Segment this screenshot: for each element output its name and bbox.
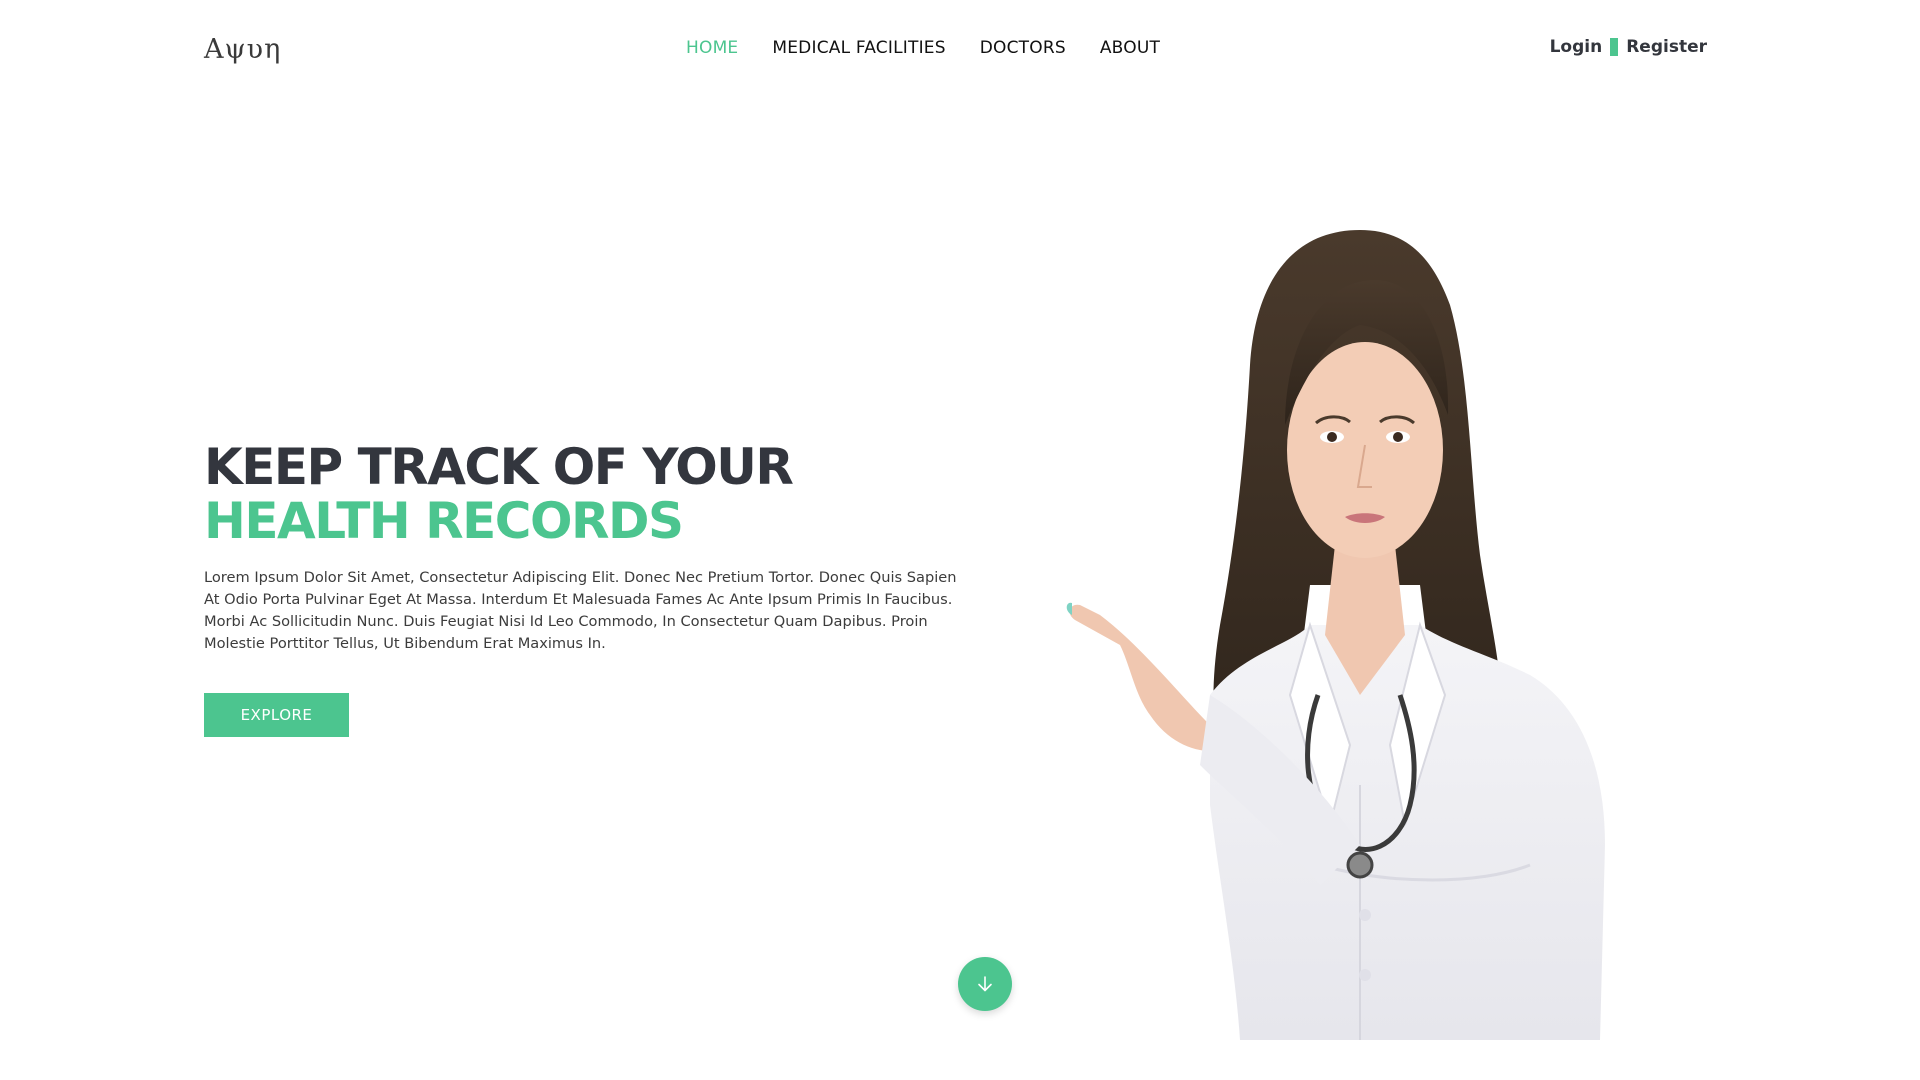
nav-doctors[interactable]: DOCTORS [980, 38, 1066, 58]
scroll-down-button[interactable] [958, 957, 1012, 1011]
register-link[interactable]: Register [1626, 37, 1707, 57]
main-nav: HOME MEDICAL FACILITIES DOCTORS ABOUT [686, 38, 1160, 58]
nav-medical-facilities[interactable]: MEDICAL FACILITIES [772, 38, 945, 58]
site-logo[interactable]: Aψυη [204, 34, 281, 65]
login-link[interactable]: Login [1550, 37, 1603, 57]
nav-about[interactable]: ABOUT [1100, 38, 1160, 58]
hero-title: KEEP TRACK OF YOUR HEALTH RECORDS [204, 438, 794, 550]
landing-page: Aψυη HOME MEDICAL FACILITIES DOCTORS ABO… [0, 0, 1920, 1080]
hero-description: Lorem Ipsum Dolor Sit Amet, Consectetur … [204, 569, 957, 652]
explore-button[interactable]: EXPLORE [204, 693, 349, 737]
auth-links: Login Register [1550, 37, 1707, 57]
arrow-down-icon [978, 976, 992, 992]
auth-divider [1610, 38, 1619, 56]
hero-title-line2: HEALTH RECORDS [204, 492, 684, 550]
nav-home[interactable]: HOME [686, 38, 738, 58]
doctor-image [1066, 230, 1605, 1040]
hero-title-line1: KEEP TRACK OF YOUR [204, 438, 794, 496]
